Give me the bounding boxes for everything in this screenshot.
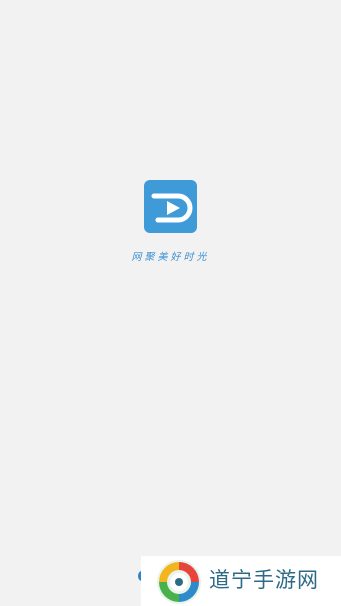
watermark-badge: 道宁手游网 — [141, 556, 341, 606]
watermark-text: 道宁手游网 — [209, 568, 319, 592]
play-logo-icon — [144, 180, 197, 233]
swirl-logo-icon — [157, 560, 201, 604]
tagline: 网聚美好时光 — [131, 252, 210, 263]
splash-screen: 网聚美好时光 道宁手游网 — [0, 0, 341, 606]
